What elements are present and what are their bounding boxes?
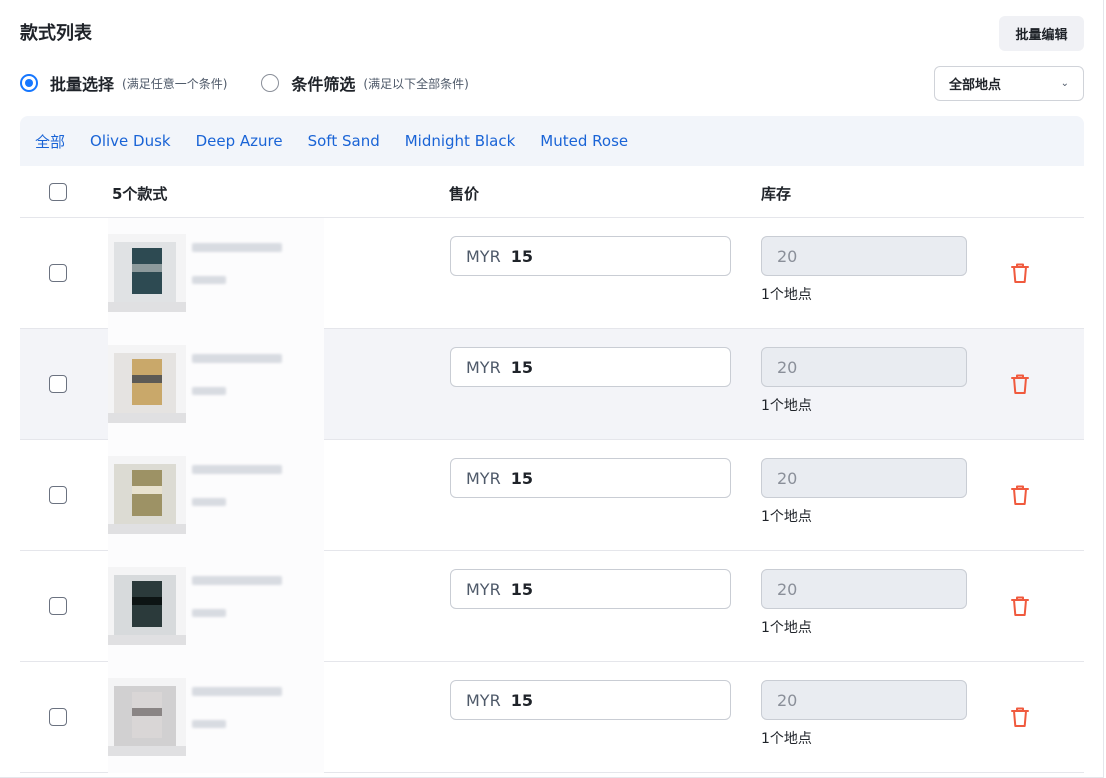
- price-input[interactable]: MYR 15: [450, 569, 731, 609]
- mode-label: 批量选择: [50, 75, 115, 94]
- location-count[interactable]: 1个地点: [761, 728, 812, 748]
- table-header: 5个款式 售价 库存: [20, 166, 1084, 218]
- variant-thumbnail: [108, 345, 186, 423]
- selection-mode-group: 批量选择 (满足任意一个条件) 条件筛选 (满足以下全部条件): [20, 71, 469, 95]
- mode-label: 条件筛选: [291, 75, 356, 94]
- trash-icon[interactable]: [1008, 372, 1032, 396]
- trash-icon[interactable]: [1008, 705, 1032, 729]
- variant-name-blurred: [192, 576, 282, 585]
- price-input[interactable]: MYR 15: [450, 347, 731, 387]
- variant-sku-blurred: [192, 387, 226, 395]
- variant-info: [108, 551, 324, 662]
- stock-value: 20: [777, 468, 798, 488]
- price-input[interactable]: MYR 15: [450, 458, 731, 498]
- mode-condition-filter[interactable]: 条件筛选 (满足以下全部条件): [261, 71, 469, 95]
- radio-bulk-select[interactable]: [20, 74, 38, 92]
- color-filter-tabs: 全部 Olive Dusk Deep Azure Soft Sand Midni…: [20, 116, 1084, 166]
- row-checkbox[interactable]: [49, 708, 67, 726]
- header-stock: 库存: [761, 185, 792, 203]
- bulk-edit-button[interactable]: 批量编辑: [999, 16, 1084, 51]
- variant-info: [108, 329, 324, 440]
- variant-name-blurred: [192, 687, 282, 696]
- table-row: MYR 15 20 1个地点: [20, 329, 1084, 440]
- variant-info: [108, 440, 324, 551]
- price-value: 15: [510, 357, 533, 377]
- radio-condition-filter[interactable]: [261, 74, 280, 92]
- currency-label: MYR: [466, 246, 501, 266]
- table-row: MYR 15 20 1个地点: [20, 551, 1084, 662]
- location-count[interactable]: 1个地点: [761, 617, 812, 637]
- stock-value: 20: [777, 690, 798, 710]
- stock-value: 20: [777, 357, 798, 377]
- variant-info: [108, 218, 324, 329]
- row-checkbox[interactable]: [49, 597, 67, 615]
- stock-input: 20: [761, 680, 967, 720]
- stock-value: 20: [777, 246, 798, 266]
- tab-midnight-black[interactable]: Midnight Black: [405, 132, 516, 150]
- table-row: MYR 15 20 1个地点: [20, 662, 1084, 773]
- location-count[interactable]: 1个地点: [761, 506, 812, 526]
- price-input[interactable]: MYR 15: [450, 236, 731, 276]
- currency-label: MYR: [466, 690, 501, 710]
- tab-soft-sand[interactable]: Soft Sand: [308, 132, 380, 150]
- currency-label: MYR: [466, 468, 501, 488]
- header-price: 售价: [449, 185, 480, 203]
- mode-bulk-select[interactable]: 批量选择 (满足任意一个条件): [20, 71, 227, 95]
- stock-input: 20: [761, 236, 967, 276]
- tab-all[interactable]: 全部: [35, 131, 65, 152]
- trash-icon[interactable]: [1008, 261, 1032, 285]
- variant-thumbnail: [108, 234, 186, 312]
- variant-list-panel: 款式列表 批量编辑 批量选择 (满足任意一个条件) 条件筛选 (满足以下全部条件…: [0, 0, 1104, 778]
- price-value: 15: [510, 246, 533, 266]
- variant-name-blurred: [192, 465, 282, 474]
- trash-icon[interactable]: [1008, 483, 1032, 507]
- price-value: 15: [510, 468, 533, 488]
- variant-thumbnail: [108, 456, 186, 534]
- trash-icon[interactable]: [1008, 594, 1032, 618]
- tab-deep-azure[interactable]: Deep Azure: [196, 132, 283, 150]
- mode-hint: (满足任意一个条件): [122, 76, 228, 91]
- variant-sku-blurred: [192, 720, 226, 728]
- page-title: 款式列表: [20, 23, 92, 44]
- location-select-value: 全部地点: [949, 78, 1002, 93]
- variant-sku-blurred: [192, 609, 226, 617]
- price-input[interactable]: MYR 15: [450, 680, 731, 720]
- table-row: MYR 15 20 1个地点: [20, 440, 1084, 551]
- select-all-checkbox[interactable]: [49, 183, 67, 201]
- tab-muted-rose[interactable]: Muted Rose: [540, 132, 628, 150]
- price-value: 15: [510, 579, 533, 599]
- row-checkbox[interactable]: [49, 264, 67, 282]
- stock-value: 20: [777, 579, 798, 599]
- location-count[interactable]: 1个地点: [761, 284, 812, 304]
- row-checkbox[interactable]: [49, 486, 67, 504]
- currency-label: MYR: [466, 579, 501, 599]
- variant-name-blurred: [192, 354, 282, 363]
- variant-thumbnail: [108, 567, 186, 645]
- variant-info: [108, 662, 324, 773]
- mode-hint: (满足以下全部条件): [363, 76, 469, 91]
- location-select[interactable]: 全部地点 ⌄: [934, 66, 1084, 101]
- header-count: 5个款式: [112, 185, 168, 203]
- row-checkbox[interactable]: [49, 375, 67, 393]
- variant-sku-blurred: [192, 276, 226, 284]
- location-count[interactable]: 1个地点: [761, 395, 812, 415]
- stock-input: 20: [761, 347, 967, 387]
- variant-thumbnail: [108, 678, 186, 756]
- stock-input: 20: [761, 569, 967, 609]
- tab-olive-dusk[interactable]: Olive Dusk: [90, 132, 171, 150]
- stock-input: 20: [761, 458, 967, 498]
- chevron-down-icon: ⌄: [1060, 78, 1069, 89]
- table-row: MYR 15 20 1个地点: [20, 218, 1084, 329]
- price-value: 15: [510, 690, 533, 710]
- variant-sku-blurred: [192, 498, 226, 506]
- variant-name-blurred: [192, 243, 282, 252]
- currency-label: MYR: [466, 357, 501, 377]
